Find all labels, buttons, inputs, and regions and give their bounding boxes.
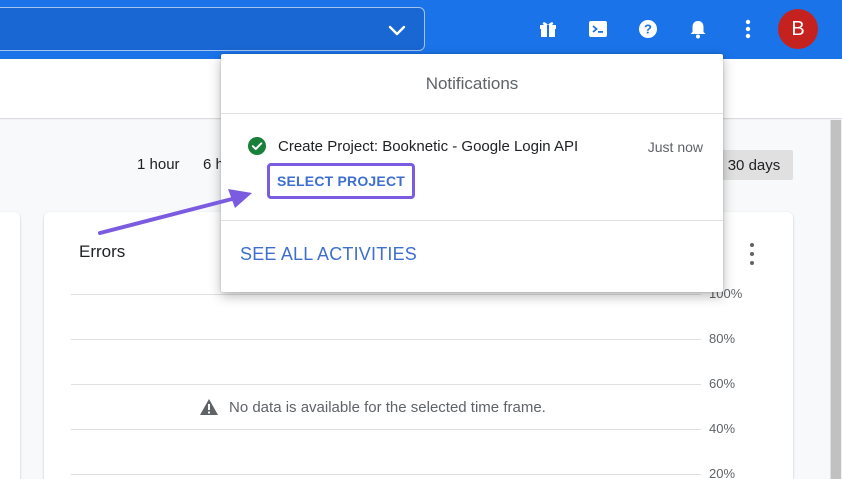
- empty-state-message: No data is available for the selected ti…: [229, 398, 546, 416]
- scrollbar-thumb[interactable]: [831, 120, 841, 479]
- card-more-icon[interactable]: [742, 240, 762, 268]
- notification-text: Create Project: Booknetic - Google Login…: [278, 138, 579, 155]
- gridline: [71, 294, 701, 295]
- more-vert-icon[interactable]: [735, 16, 761, 42]
- time-option-selected[interactable]: 30 days: [715, 150, 793, 180]
- chevron-down-icon: [388, 25, 406, 36]
- project-selector[interactable]: [0, 7, 425, 51]
- select-project-button[interactable]: SELECT PROJECT: [267, 163, 415, 199]
- empty-state: No data is available for the selected ti…: [199, 398, 546, 416]
- top-app-bar: ? B: [0, 0, 842, 59]
- svg-text:?: ?: [644, 22, 652, 37]
- notifications-title: Notifications: [221, 54, 723, 114]
- gridline: [71, 339, 701, 340]
- help-icon[interactable]: ?: [635, 16, 661, 42]
- see-all-activities-link[interactable]: SEE ALL ACTIVITIES: [240, 244, 417, 265]
- time-option-1-hour[interactable]: 1 hour: [137, 156, 180, 173]
- y-tick-label: 40%: [709, 421, 736, 436]
- gridline: [71, 474, 701, 475]
- notifications-icon[interactable]: [685, 16, 711, 42]
- y-tick-label: 80%: [709, 331, 736, 346]
- gift-icon[interactable]: [535, 16, 561, 42]
- notification-time: Just now: [647, 139, 703, 155]
- warning-icon: [200, 399, 218, 415]
- y-tick-label: 60%: [709, 376, 736, 391]
- y-tick-label: 20%: [709, 466, 736, 479]
- account-avatar[interactable]: B: [778, 9, 818, 49]
- notifications-panel: Notifications Create Project: Booknetic …: [221, 54, 723, 292]
- notification-item: Create Project: Booknetic - Google Login…: [221, 115, 723, 221]
- left-card: [0, 212, 20, 479]
- card-title: Errors: [79, 242, 126, 261]
- gridline: [71, 429, 701, 430]
- gridline: [71, 384, 701, 385]
- cloud-shell-icon[interactable]: [585, 16, 611, 42]
- check-circle-icon: [248, 137, 266, 155]
